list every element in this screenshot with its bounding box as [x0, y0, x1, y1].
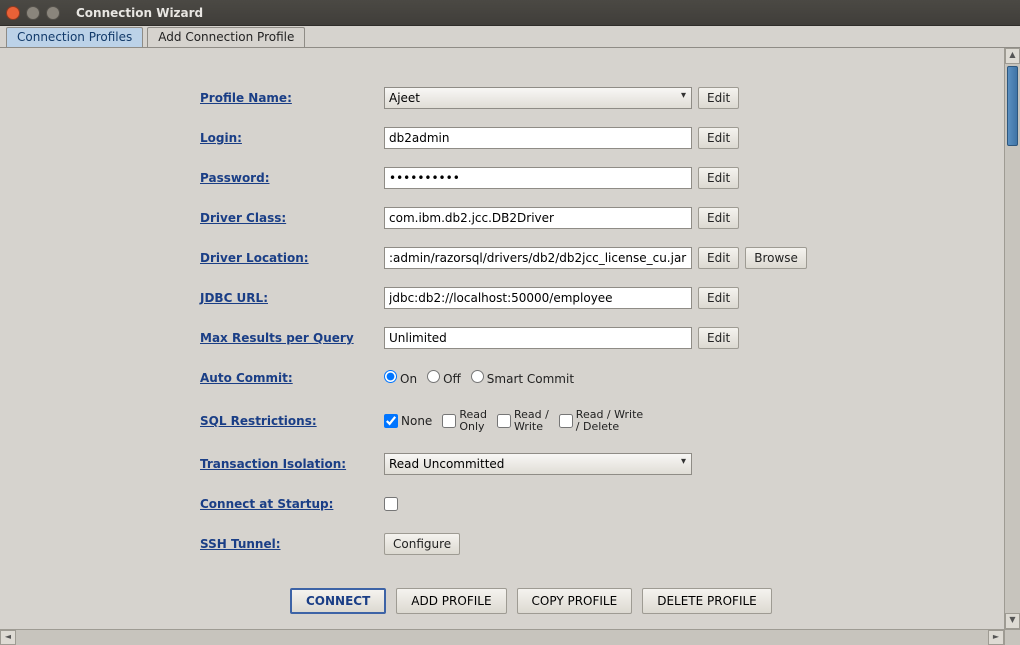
label-profile-name[interactable]: Profile Name: [200, 91, 384, 105]
sql-restrict-read-write-checkbox[interactable]: Read / Write [497, 409, 549, 432]
transaction-isolation-select[interactable]: Read Uncommitted [384, 453, 692, 475]
edit-password-button[interactable]: Edit [698, 167, 739, 189]
password-input[interactable] [384, 167, 692, 189]
label-max-results[interactable]: Max Results per Query [200, 331, 384, 345]
connect-startup-checkbox[interactable] [384, 497, 398, 511]
configure-ssh-button[interactable]: Configure [384, 533, 460, 555]
label-password[interactable]: Password: [200, 171, 384, 185]
edit-driver-location-button[interactable]: Edit [698, 247, 739, 269]
scroll-thumb[interactable] [1007, 66, 1018, 146]
sql-restrict-read-only-checkbox[interactable]: Read Only [442, 409, 487, 432]
label-driver-class[interactable]: Driver Class: [200, 211, 384, 225]
label-transaction-isolation[interactable]: Transaction Isolation: [200, 457, 384, 471]
delete-profile-button[interactable]: DELETE PROFILE [642, 588, 772, 614]
browse-driver-location-button[interactable]: Browse [745, 247, 807, 269]
tab-add-connection-profile[interactable]: Add Connection Profile [147, 27, 305, 47]
jdbc-url-input[interactable] [384, 287, 692, 309]
sql-restrict-none-checkbox[interactable]: None [384, 414, 432, 428]
edit-jdbc-url-button[interactable]: Edit [698, 287, 739, 309]
driver-location-input[interactable] [384, 247, 692, 269]
sql-restrict-rwd-checkbox[interactable]: Read / Write / Delete [559, 409, 643, 432]
label-auto-commit[interactable]: Auto Commit: [200, 371, 384, 385]
edit-driver-class-button[interactable]: Edit [698, 207, 739, 229]
auto-commit-off-radio[interactable]: Off [427, 370, 461, 386]
close-icon[interactable] [6, 6, 20, 20]
scroll-right-icon[interactable]: ► [988, 630, 1004, 645]
label-driver-location[interactable]: Driver Location: [200, 251, 384, 265]
login-input[interactable] [384, 127, 692, 149]
driver-class-input[interactable] [384, 207, 692, 229]
window-title: Connection Wizard [76, 6, 203, 20]
form-panel: Profile Name: Ajeet Edit Login: [0, 48, 1004, 629]
maximize-icon[interactable] [46, 6, 60, 20]
add-profile-button[interactable]: ADD PROFILE [396, 588, 506, 614]
titlebar: Connection Wizard [0, 0, 1020, 26]
copy-profile-button[interactable]: COPY PROFILE [517, 588, 633, 614]
scroll-down-icon[interactable]: ▼ [1005, 613, 1020, 629]
label-login[interactable]: Login: [200, 131, 384, 145]
edit-max-results-button[interactable]: Edit [698, 327, 739, 349]
vertical-scrollbar[interactable]: ▲ ▼ [1004, 48, 1020, 629]
scroll-corner [1004, 629, 1020, 645]
label-connect-startup[interactable]: Connect at Startup: [200, 497, 384, 511]
auto-commit-on-radio[interactable]: On [384, 370, 417, 386]
minimize-icon[interactable] [26, 6, 40, 20]
action-button-bar: CONNECT ADD PROFILE COPY PROFILE DELETE … [200, 588, 984, 614]
connect-button[interactable]: CONNECT [290, 588, 386, 614]
edit-login-button[interactable]: Edit [698, 127, 739, 149]
edit-profile-name-button[interactable]: Edit [698, 87, 739, 109]
tab-connection-profiles[interactable]: Connection Profiles [6, 27, 143, 47]
label-ssh-tunnel[interactable]: SSH Tunnel: [200, 537, 384, 551]
auto-commit-smart-radio[interactable]: Smart Commit [471, 370, 574, 386]
tabstrip: Connection Profiles Add Connection Profi… [0, 26, 1020, 48]
horizontal-scrollbar[interactable]: ◄ ► [0, 629, 1004, 645]
profile-name-select[interactable]: Ajeet [384, 87, 692, 109]
connection-wizard-window: Connection Wizard Connection Profiles Ad… [0, 0, 1020, 645]
max-results-input[interactable] [384, 327, 692, 349]
label-sql-restrictions[interactable]: SQL Restrictions: [200, 414, 384, 428]
scroll-left-icon[interactable]: ◄ [0, 630, 16, 645]
label-jdbc-url[interactable]: JDBC URL: [200, 291, 384, 305]
scroll-up-icon[interactable]: ▲ [1005, 48, 1020, 64]
